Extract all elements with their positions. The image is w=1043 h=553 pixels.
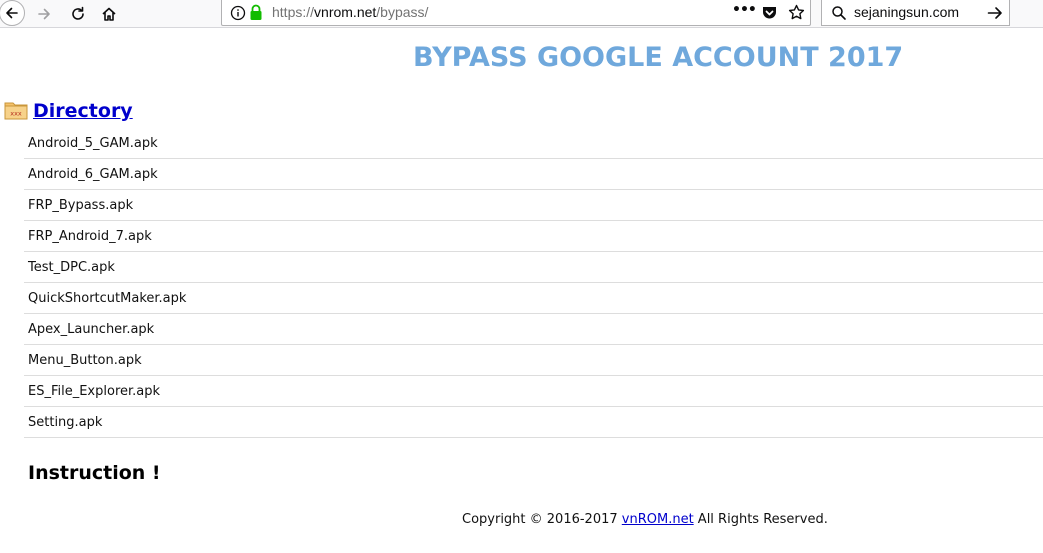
search-icon (832, 6, 846, 20)
file-item[interactable]: Setting.apk (24, 407, 1043, 438)
footer: Copyright © 2016-2017 vnROM.net All Righ… (462, 512, 828, 527)
file-item[interactable]: ES_File_Explorer.apk (24, 376, 1043, 407)
search-input[interactable]: sejaningsun.com (854, 4, 959, 20)
arrow-right-icon (38, 8, 50, 20)
bookmark-star-icon[interactable] (788, 4, 805, 21)
folder-icon-label: xxx (10, 110, 22, 118)
forward-button[interactable] (32, 2, 56, 26)
arrow-left-icon (6, 7, 18, 19)
page-title: BYPASS GOOGLE ACCOUNT 2017 (413, 42, 904, 73)
file-item[interactable]: Apex_Launcher.apk (24, 314, 1043, 345)
info-icon[interactable] (230, 5, 246, 21)
directory-link[interactable]: Directory (33, 100, 133, 122)
url-bar[interactable]: https://vnrom.net/bypass/ ••• (221, 0, 811, 26)
footer-rights: All Rights Reserved. (693, 512, 828, 527)
url-prefix: https:// (272, 4, 315, 20)
browser-toolbar: https://vnrom.net/bypass/ ••• sejaningsu… (0, 0, 1043, 28)
home-button[interactable] (97, 2, 121, 26)
arrow-right-icon (987, 7, 1002, 19)
search-go-button[interactable] (983, 1, 1007, 25)
url-path: /bypass/ (376, 4, 429, 20)
file-item[interactable]: Android_6_GAM.apk (24, 159, 1043, 190)
footer-copyright: Copyright © 2016-2017 (462, 512, 622, 527)
page-actions-menu-icon[interactable]: ••• (732, 2, 757, 18)
url-host: vnrom.net (314, 4, 377, 20)
pocket-icon[interactable] (761, 4, 778, 21)
file-item[interactable]: Menu_Button.apk (24, 345, 1043, 376)
instruction-heading: Instruction ! (28, 462, 161, 484)
reload-button[interactable] (66, 2, 90, 26)
url-text[interactable]: https://vnrom.net/bypass/ (272, 4, 428, 20)
home-icon (102, 7, 116, 21)
file-item[interactable]: QuickShortcutMaker.apk (24, 283, 1043, 314)
footer-site-link[interactable]: vnROM.net (622, 512, 694, 527)
back-button[interactable] (0, 0, 25, 26)
search-bar[interactable]: sejaningsun.com (821, 0, 1010, 26)
file-item[interactable]: FRP_Bypass.apk (24, 190, 1043, 221)
folder-icon: xxx (4, 102, 28, 120)
file-item[interactable]: Test_DPC.apk (24, 252, 1043, 283)
file-item[interactable]: Android_5_GAM.apk (24, 128, 1043, 159)
file-list: Android_5_GAM.apk Android_6_GAM.apk FRP_… (24, 128, 1043, 438)
file-item[interactable]: FRP_Android_7.apk (24, 221, 1043, 252)
reload-icon (72, 6, 84, 20)
lock-icon[interactable] (249, 4, 263, 21)
